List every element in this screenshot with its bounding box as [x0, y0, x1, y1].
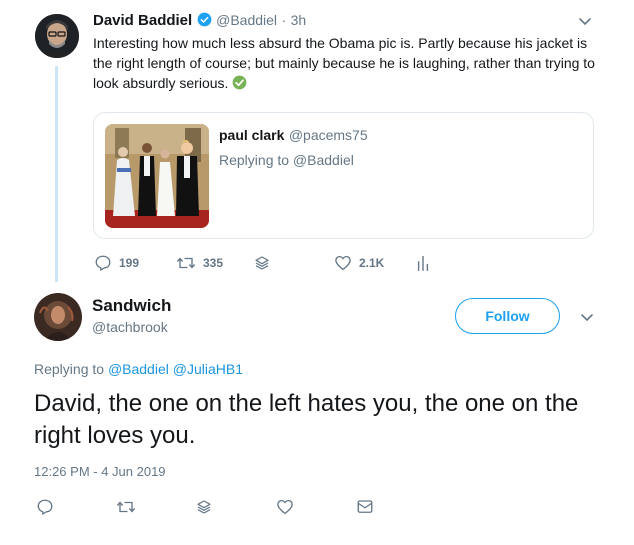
main-reply-action[interactable]: [36, 498, 61, 516]
green-check-icon: [232, 75, 247, 90]
heart-icon: [277, 499, 293, 515]
parent-author-name[interactable]: David Baddiel: [93, 12, 192, 29]
main-retweet-action[interactable]: [116, 498, 143, 516]
analytics-icon: [417, 256, 429, 271]
parent-tweet-text: Interesting how much less absurd the Oba…: [93, 33, 603, 93]
quote-author-name[interactable]: paul clark: [219, 127, 284, 143]
chevron-down-icon[interactable]: [580, 310, 594, 324]
chevron-down-icon[interactable]: [578, 14, 592, 28]
main-like-action[interactable]: [276, 498, 301, 516]
quote-header: paul clark @pacems75: [219, 127, 368, 145]
heart-icon: [335, 255, 351, 271]
header-separator: ·: [281, 12, 287, 28]
reply-icon: [95, 255, 111, 271]
avatar-image: [34, 293, 82, 341]
quoted-reply-card[interactable]: paul clark @pacems75 Replying to @Baddie…: [93, 112, 594, 239]
parent-time[interactable]: 3h: [291, 12, 307, 28]
retweet-icon: [116, 501, 136, 513]
follow-button[interactable]: Follow: [455, 298, 560, 334]
avatar-image: [35, 14, 79, 58]
like-count: 2.1K: [359, 256, 385, 270]
parent-author-handle[interactable]: @Baddiel: [216, 12, 277, 28]
main-stack-action[interactable]: [196, 498, 219, 516]
parent-header: David Baddiel @Baddiel · 3h: [93, 12, 306, 30]
retweet-icon: [176, 257, 196, 269]
quoted-photo[interactable]: [105, 124, 209, 228]
main-author-handle[interactable]: @tachbrook: [92, 319, 168, 335]
main-author-name[interactable]: Sandwich: [92, 296, 171, 316]
quote-author-handle[interactable]: @pacems75: [289, 127, 368, 143]
photo-image: [105, 124, 209, 228]
mention-link-juliahb1[interactable]: @JuliaHB1: [173, 361, 243, 377]
reply-icon: [37, 499, 53, 515]
tweet-timestamp[interactable]: 12:26 PM - 4 Jun 2019: [34, 464, 166, 479]
reply-action[interactable]: 199: [94, 254, 139, 272]
message-icon: [357, 500, 373, 513]
retweet-action[interactable]: 335: [176, 254, 223, 272]
verified-badge-icon: [197, 12, 212, 27]
parent-tweet-body: Interesting how much less absurd the Oba…: [93, 35, 595, 91]
replying-to-line: Replying to @Baddiel @JuliaHB1: [34, 361, 243, 377]
analytics-action[interactable]: [416, 254, 437, 272]
replying-prefix: Replying to: [34, 361, 105, 377]
quote-replying-to: Replying to @Baddiel: [219, 152, 354, 168]
thread-line: [55, 66, 58, 282]
stack-action[interactable]: [254, 254, 277, 272]
retweet-count: 335: [203, 256, 224, 270]
main-tweet-text: David, the one on the left hates you, th…: [34, 390, 579, 449]
mention-link-baddiel[interactable]: @Baddiel: [108, 361, 169, 377]
main-message-action[interactable]: [356, 498, 381, 516]
like-action[interactable]: 2.1K: [334, 254, 384, 272]
main-avatar[interactable]: [34, 293, 82, 341]
parent-avatar[interactable]: [35, 14, 79, 58]
stack-icon: [197, 500, 211, 514]
stack-icon: [255, 256, 269, 270]
reply-count: 199: [119, 256, 140, 270]
